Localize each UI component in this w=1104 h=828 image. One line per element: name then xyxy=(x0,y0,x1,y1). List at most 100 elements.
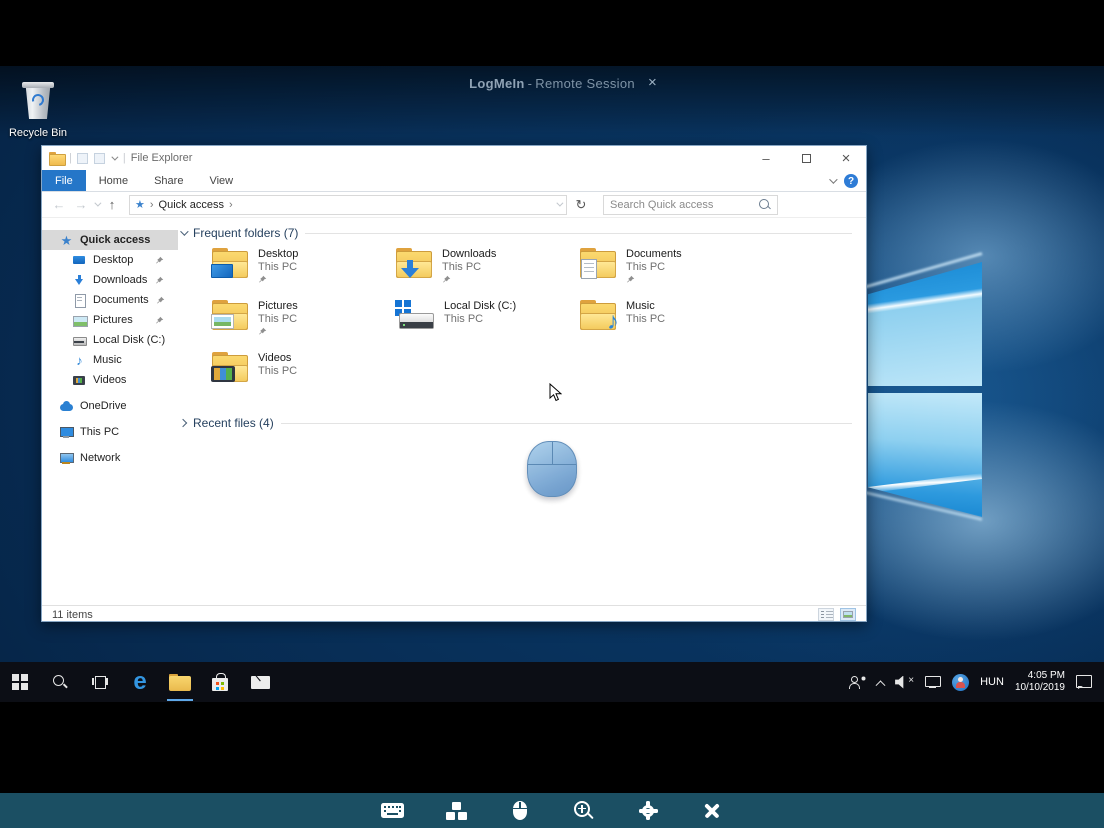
logmein-tray-icon[interactable] xyxy=(952,673,970,691)
tab-home[interactable]: Home xyxy=(86,170,141,191)
music-folder-icon: ♪ xyxy=(579,300,619,334)
start-button[interactable] xyxy=(0,662,40,702)
chevron-right-icon[interactable] xyxy=(178,418,188,428)
sidebar-item-downloads[interactable]: Downloads xyxy=(42,270,178,290)
tile-local-disk[interactable]: Local Disk (C:) This PC xyxy=(395,300,579,352)
ribbon-collapse-chevron-icon[interactable] xyxy=(829,175,838,184)
pin-icon xyxy=(156,316,164,323)
frequent-folders-header[interactable]: Frequent folders (7) xyxy=(178,226,852,240)
remote-close-button[interactable] xyxy=(699,798,725,824)
details-view-icon[interactable] xyxy=(818,608,834,621)
sidebar-item-label: Local Disk (C:) xyxy=(93,334,166,346)
forward-icon[interactable]: → xyxy=(72,197,90,212)
remote-session-close-icon[interactable]: × xyxy=(648,74,657,91)
refresh-icon[interactable]: ↻ xyxy=(571,197,591,213)
close-icon xyxy=(703,802,721,820)
maximize-icon xyxy=(801,153,811,163)
show-hidden-icons-chevron-icon[interactable] xyxy=(875,679,886,690)
tile-name: Local Disk (C:) xyxy=(444,300,517,312)
logmein-brand: LogMeIn xyxy=(469,76,525,91)
network-tray-icon[interactable] xyxy=(925,675,942,689)
mail-button[interactable] xyxy=(240,662,280,702)
tile-downloads[interactable]: Downloads This PC xyxy=(395,248,579,300)
search-box[interactable] xyxy=(603,194,778,215)
edge-button[interactable]: e xyxy=(120,662,160,702)
action-center-icon[interactable] xyxy=(1076,675,1092,689)
chevron-down-icon[interactable] xyxy=(180,227,189,236)
sidebar-item-onedrive[interactable]: OneDrive xyxy=(42,396,178,416)
store-button[interactable] xyxy=(200,662,240,702)
qat-properties-icon[interactable] xyxy=(76,152,88,164)
address-dropdown-chevron-icon[interactable] xyxy=(556,199,564,207)
breadcrumb-separator[interactable]: › xyxy=(229,199,233,211)
qat-customize-chevron-icon[interactable] xyxy=(111,153,119,161)
remote-settings-button[interactable] xyxy=(635,798,661,824)
tab-share[interactable]: Share xyxy=(141,170,196,191)
large-icons-view-icon[interactable] xyxy=(840,608,856,621)
sidebar-item-documents[interactable]: Documents xyxy=(42,290,178,310)
sidebar-item-music[interactable]: ♪ Music xyxy=(42,350,178,370)
tile-videos[interactable]: Videos This PC xyxy=(211,352,395,404)
pin-icon xyxy=(259,275,267,283)
address-bar[interactable]: ★ › Quick access › xyxy=(129,194,567,215)
back-icon[interactable]: ← xyxy=(50,197,68,212)
sidebar-item-desktop[interactable]: Desktop xyxy=(42,250,178,270)
remote-zoom-button[interactable] xyxy=(571,798,597,824)
tile-name: Desktop xyxy=(258,248,299,260)
volume-muted-icon[interactable] xyxy=(895,675,914,689)
tab-view[interactable]: View xyxy=(196,170,246,191)
separator: | xyxy=(122,152,126,164)
remote-mouse-overlay-icon[interactable] xyxy=(527,441,577,497)
tile-pictures[interactable]: Pictures This PC xyxy=(211,300,395,352)
recent-locations-chevron-icon[interactable] xyxy=(94,199,102,207)
recent-files-header[interactable]: Recent files (4) xyxy=(178,416,852,430)
taskbar-search-button[interactable] xyxy=(40,662,80,702)
local-disk-icon xyxy=(395,300,435,331)
breadcrumb-separator: › xyxy=(149,198,154,211)
file-explorer-button[interactable] xyxy=(160,662,200,702)
section-label: Recent files (4) xyxy=(193,416,274,430)
remote-keyboard-button[interactable] xyxy=(379,798,405,824)
videos-folder-icon xyxy=(211,352,249,383)
search-icon[interactable] xyxy=(758,198,772,212)
sidebar-item-pictures[interactable]: Pictures xyxy=(42,310,178,330)
picture-icon xyxy=(73,314,88,327)
tile-location: This PC xyxy=(442,261,482,273)
pin-icon xyxy=(259,327,267,335)
pictures-folder-icon xyxy=(211,300,249,331)
search-icon xyxy=(52,674,68,690)
tile-documents[interactable]: Documents This PC xyxy=(579,248,763,300)
desktop[interactable]: Recycle Bin | | File Explorer – × File H… xyxy=(0,66,1104,662)
up-icon[interactable]: ↑ xyxy=(103,197,121,212)
tab-file[interactable]: File xyxy=(42,170,86,191)
language-indicator[interactable]: HUN xyxy=(980,676,1004,688)
tile-music[interactable]: ♪ Music This PC xyxy=(579,300,763,352)
breadcrumb[interactable]: Quick access xyxy=(159,199,224,211)
download-arrow-icon xyxy=(73,274,86,287)
address-toolbar: ← → ↑ ★ › Quick access › ↻ xyxy=(42,192,866,218)
remote-apps-button[interactable] xyxy=(443,798,469,824)
title-bar[interactable]: | | File Explorer – × xyxy=(42,146,866,170)
sidebar-item-label: Quick access xyxy=(80,234,151,246)
sidebar-item-this-pc[interactable]: This PC xyxy=(42,422,178,442)
minimize-button[interactable]: – xyxy=(746,146,786,170)
maximize-button[interactable] xyxy=(786,146,826,170)
help-icon[interactable]: ? xyxy=(844,174,858,188)
sidebar-item-quick-access[interactable]: ★ Quick access xyxy=(42,230,178,250)
clock[interactable]: 4:05 PM 10/10/2019 xyxy=(1015,670,1065,694)
people-icon[interactable] xyxy=(849,675,866,689)
sidebar-item-videos[interactable]: Videos xyxy=(42,370,178,390)
close-button[interactable]: × xyxy=(826,146,866,170)
sidebar-item-label: Downloads xyxy=(93,274,148,286)
search-input[interactable] xyxy=(604,198,758,211)
remote-session-header: LogMeIn - Remote Session × xyxy=(0,74,1104,98)
qat-newfolder-icon[interactable] xyxy=(93,152,105,164)
sidebar-item-label: Documents xyxy=(93,294,149,306)
sidebar-item-network[interactable]: Network xyxy=(42,448,178,468)
tile-desktop[interactable]: Desktop This PC xyxy=(211,248,395,300)
remote-mouse-button[interactable] xyxy=(507,798,533,824)
date: 10/10/2019 xyxy=(1014,682,1065,693)
sidebar-item-local-disk[interactable]: Local Disk (C:) xyxy=(42,330,178,350)
desktop-icon xyxy=(73,254,86,267)
task-view-button[interactable] xyxy=(80,662,120,702)
